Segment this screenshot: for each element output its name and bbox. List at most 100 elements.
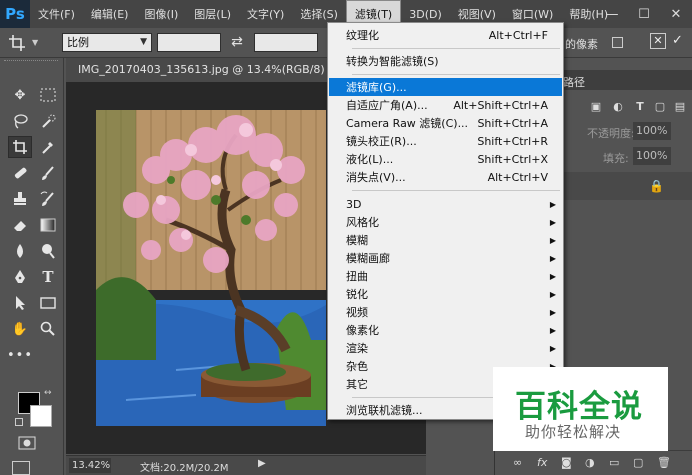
new-layer-icon[interactable]: ▢ — [633, 456, 643, 469]
bonsai-photo — [96, 110, 326, 426]
gradient-icon[interactable] — [36, 214, 60, 236]
rectangle-icon[interactable] — [36, 292, 60, 314]
status-menu-arrow-icon[interactable]: ▶ — [258, 458, 266, 469]
eraser-shape — [14, 221, 26, 231]
path-select-shape — [16, 296, 25, 310]
delete-cropped-pixels-label: 的像素 — [565, 38, 598, 51]
type-icon[interactable]: T — [36, 266, 60, 288]
screen-mode-icon[interactable] — [12, 461, 30, 475]
quick-mask-icon[interactable] — [18, 436, 36, 450]
zoom-level-field[interactable]: 13.42% — [69, 458, 111, 473]
eraser-icon[interactable] — [8, 214, 32, 236]
dodge-icon[interactable] — [36, 240, 60, 262]
menu-item-stylize[interactable]: 风格化 ▶ — [329, 213, 562, 231]
submenu-arrow-icon: ▶ — [549, 307, 556, 317]
link-layers-icon[interactable]: ∞ — [513, 456, 522, 469]
option-checkbox[interactable] — [612, 37, 623, 48]
menu-file[interactable]: 文件(F) — [30, 0, 83, 28]
lasso-icon[interactable] — [8, 110, 32, 132]
maximize-button[interactable]: ☐ — [628, 0, 660, 28]
layer-mask-icon[interactable]: ◙ — [561, 456, 572, 469]
crop-tool-icon[interactable] — [8, 136, 32, 158]
ratio-select[interactable]: 比例 ▼ — [62, 33, 152, 52]
menu-item-pixelate[interactable]: 像素化 ▶ — [329, 321, 562, 339]
layer-style-icon[interactable]: fx — [537, 456, 547, 469]
menu-item-blur-gallery[interactable]: 模糊画廊 ▶ — [329, 249, 562, 267]
menu-type[interactable]: 文字(Y) — [239, 0, 292, 28]
brush-icon[interactable] — [36, 162, 60, 184]
minimize-button[interactable]: — — [596, 0, 628, 28]
healing-icon[interactable] — [8, 162, 32, 184]
more-tools-icon[interactable]: ••• — [7, 344, 32, 366]
menu-item-liquify[interactable]: 液化(L)... Shift+Ctrl+X — [329, 150, 562, 168]
menu-image[interactable]: 图像(I) — [136, 0, 186, 28]
tab-paths[interactable]: 路径 — [563, 74, 585, 90]
swap-colors-icon[interactable]: ↔ — [44, 388, 52, 398]
gradient-shape — [40, 218, 56, 232]
cancel-icon[interactable]: ✕ — [650, 33, 666, 49]
filter-shape-icon[interactable]: ▢ — [653, 100, 667, 114]
commit-icon[interactable]: ✓ — [672, 33, 683, 48]
menu-item-distort[interactable]: 扭曲 ▶ — [329, 267, 562, 285]
submenu-arrow-icon: ▶ — [549, 325, 556, 335]
menu-item-lens-correction[interactable]: 镜头校正(R)... Shift+Ctrl+R — [329, 132, 562, 150]
menu-item-vanishing-point[interactable]: 消失点(V)... Alt+Ctrl+V — [329, 168, 562, 186]
document-size-info: 文档:20.2M/20.2M — [140, 463, 229, 474]
menu-edit[interactable]: 编辑(E) — [83, 0, 137, 28]
filter-image-icon[interactable]: ▣ — [589, 100, 603, 114]
photoshop-window: Ps 文件(F) 编辑(E) 图像(I) 图层(L) 文字(Y) 选择(S) 滤… — [0, 0, 692, 475]
document-tab[interactable]: IMG_20170403_135613.jpg @ 13.4%(RGB/8) * — [66, 58, 328, 82]
close-button[interactable]: ✕ — [660, 0, 692, 28]
default-colors-icon[interactable] — [15, 418, 23, 426]
dodge-shape — [42, 244, 55, 259]
fill-field[interactable]: 100% — [633, 147, 671, 165]
quick-select-icon[interactable] — [36, 110, 60, 132]
filter-smart-icon[interactable]: ▤ — [673, 100, 687, 114]
zoom-icon[interactable] — [36, 318, 60, 340]
menu-item-adaptive-wide-angle[interactable]: 自适应广角(A)... Alt+Shift+Ctrl+A — [329, 96, 562, 114]
toolbox-grip[interactable] — [4, 60, 58, 66]
menu-item-sharpen[interactable]: 锐化 ▶ — [329, 285, 562, 303]
menu-item-3d[interactable]: 3D ▶ — [329, 195, 562, 213]
history-brush-shape — [40, 191, 54, 206]
tool-preset-picker[interactable]: ▼ — [8, 31, 58, 55]
height-field[interactable] — [254, 33, 318, 52]
opacity-field[interactable]: 100% — [633, 122, 671, 140]
crop-icon — [9, 34, 25, 51]
bonsai-photo-image — [96, 110, 326, 426]
opacity-label: 不透明度: — [587, 127, 635, 140]
marquee-icon[interactable] — [36, 84, 60, 106]
brush-shape — [42, 166, 54, 180]
stamp-icon[interactable] — [8, 188, 32, 210]
menu-item-convert-smart-filter[interactable]: 转换为智能滤镜(S) — [329, 52, 562, 70]
pen-shape — [15, 270, 25, 283]
menu-layer[interactable]: 图层(L) — [186, 0, 239, 28]
history-brush-icon[interactable] — [36, 188, 60, 210]
group-icon[interactable]: ▭ — [609, 456, 619, 469]
background-color-swatch[interactable] — [30, 405, 52, 427]
layers-panel-footer: ∞ fx ◙ ◑ ▭ ▢ 🗑 — [495, 450, 692, 475]
menu-item-blur[interactable]: 模糊 ▶ — [329, 231, 562, 249]
eyedropper-icon[interactable] — [36, 136, 60, 158]
adjustment-layer-icon[interactable]: ◑ — [585, 456, 595, 469]
width-field[interactable] — [157, 33, 221, 52]
submenu-arrow-icon: ▶ — [549, 235, 556, 245]
path-select-icon[interactable] — [8, 292, 32, 314]
swap-icon[interactable]: ⇄ — [229, 33, 245, 52]
app-logo: Ps — [0, 0, 30, 28]
watermark-logo: 百科全说 助你轻松解决 — [493, 367, 668, 451]
menu-item-filter-gallery[interactable]: 滤镜库(G)... — [329, 78, 562, 96]
delete-layer-icon[interactable]: 🗑 — [657, 456, 671, 469]
filter-type-icon[interactable]: T — [633, 100, 647, 114]
pen-icon[interactable] — [8, 266, 32, 288]
move-icon[interactable]: ✥ — [8, 84, 32, 106]
hand-icon[interactable]: ✋ — [8, 318, 32, 340]
filter-adjust-icon[interactable]: ◐ — [611, 100, 625, 114]
menu-item-camera-raw[interactable]: Camera Raw 滤镜(C)... Shift+Ctrl+A — [329, 114, 562, 132]
blur-icon[interactable] — [8, 240, 32, 262]
menu-item-render[interactable]: 渲染 ▶ — [329, 339, 562, 357]
menu-item-video[interactable]: 视频 ▶ — [329, 303, 562, 321]
lock-icon: 🔒 — [649, 179, 664, 193]
menu-item-texturizer[interactable]: 纹理化 Alt+Ctrl+F — [329, 26, 562, 44]
ratio-select-value: 比例 — [67, 36, 89, 49]
